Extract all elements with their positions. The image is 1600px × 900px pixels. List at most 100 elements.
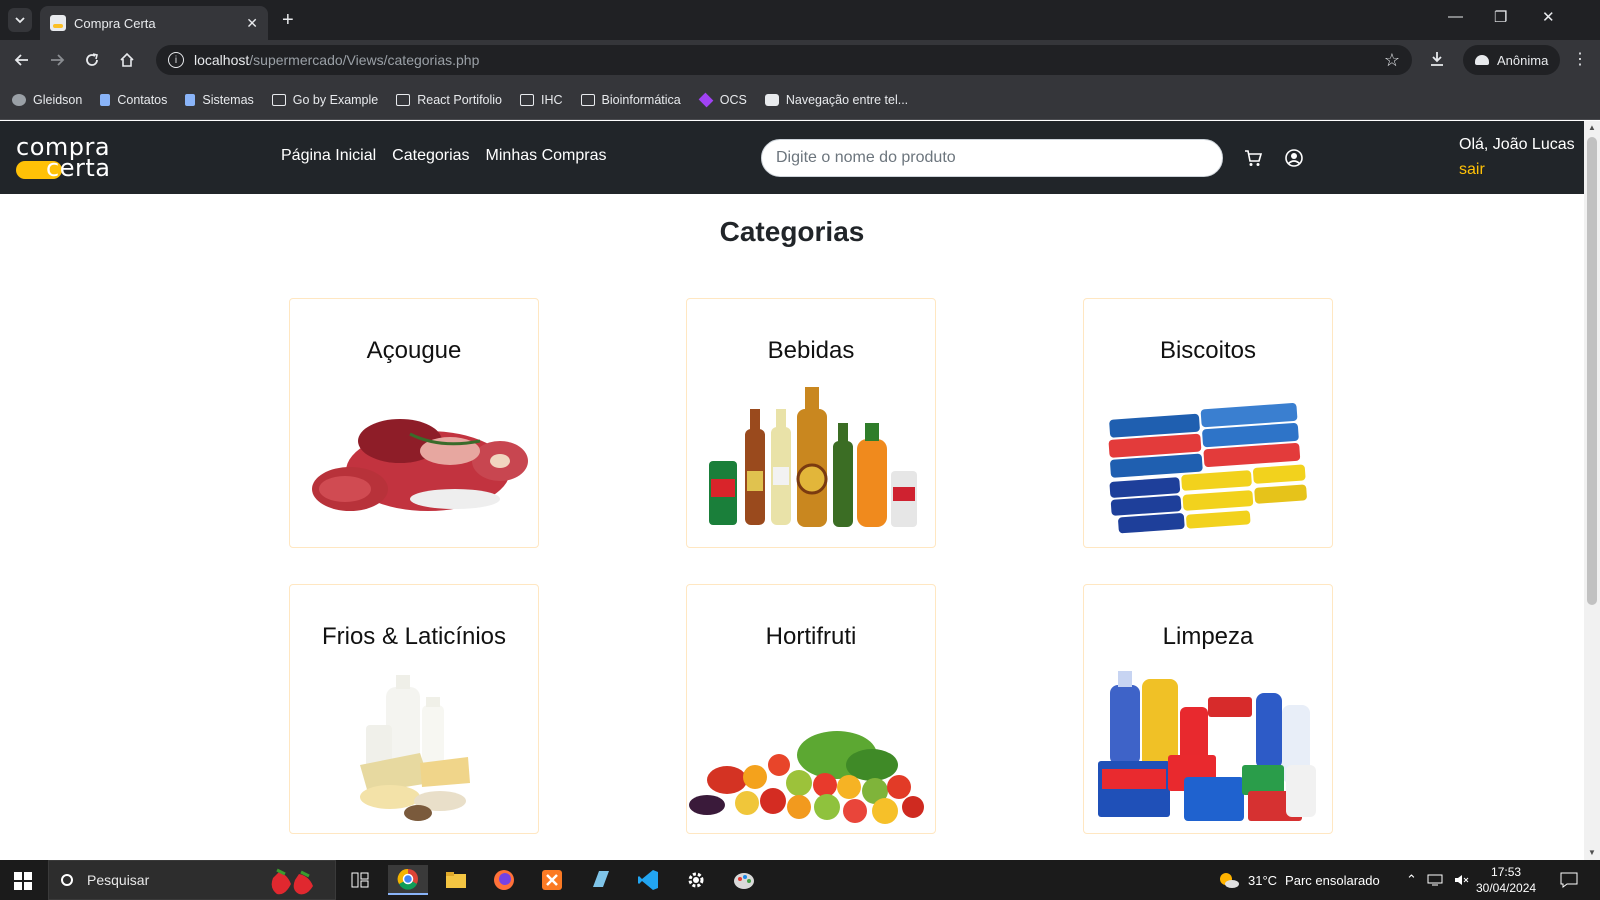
meat-image <box>312 419 528 511</box>
nav-link-categories[interactable]: Categorias <box>392 147 469 165</box>
bookmark-item[interactable]: React Portifolio <box>396 93 502 107</box>
forward-button[interactable] <box>47 50 67 70</box>
taskbar-chrome[interactable] <box>388 865 428 895</box>
bookmark-item[interactable]: OCS <box>698 92 747 107</box>
bookmark-item[interactable]: IHC <box>520 93 563 107</box>
windows-start-button[interactable] <box>14 872 32 890</box>
category-card-bebidas[interactable]: Bebidas <box>686 298 936 548</box>
taskbar-clock[interactable]: 17:53 30/04/2024 <box>1476 864 1536 896</box>
main-menu: Página Inicial Categorias Minhas Compras <box>281 147 606 165</box>
taskbar-notes-app[interactable] <box>580 865 620 895</box>
arrow-left-icon <box>14 54 28 66</box>
bookmark-star-icon[interactable]: ☆ <box>1384 50 1400 71</box>
clock-date: 30/04/2024 <box>1476 881 1537 895</box>
gear-icon <box>688 872 704 888</box>
bookmark-item[interactable]: Sistemas <box>185 93 254 107</box>
weather-sun-cloud-icon <box>1220 873 1239 888</box>
category-card-acougue[interactable]: Açougue <box>289 298 539 548</box>
arrow-right-icon <box>51 54 65 66</box>
scrollbar-thumb[interactable] <box>1587 137 1597 605</box>
bookmark-label: Contatos <box>117 92 168 107</box>
home-button[interactable] <box>117 50 137 70</box>
network-icon[interactable] <box>1427 873 1443 887</box>
new-tab-button[interactable]: + <box>282 10 294 30</box>
category-card-limpeza[interactable]: Limpeza <box>1083 584 1333 834</box>
category-card-hortifruti[interactable]: Hortifruti <box>686 584 936 834</box>
window-close-button[interactable]: ✕ <box>1542 8 1555 26</box>
url-host: localhost <box>194 52 250 68</box>
doc-icon <box>185 93 196 106</box>
vscode-icon <box>638 870 658 890</box>
bookmark-label: Bioinformática <box>601 92 681 107</box>
site-logo[interactable]: compra certa <box>16 133 124 182</box>
bookmark-item[interactable]: Bioinformática <box>580 92 681 107</box>
user-profile-button[interactable] <box>1284 148 1304 168</box>
downloads-button[interactable] <box>1428 50 1446 73</box>
globe-icon <box>12 93 26 106</box>
notifications-button[interactable] <box>1560 860 1578 900</box>
chevron-down-icon <box>15 17 25 24</box>
profile-label: Anônima <box>1497 52 1549 68</box>
nav-link-my-purchases[interactable]: Minhas Compras <box>486 147 607 165</box>
back-button[interactable] <box>12 50 32 70</box>
ocs-icon <box>698 92 714 107</box>
taskbar-firefox[interactable] <box>484 865 524 895</box>
browser-menu-button[interactable]: ⋮ <box>1572 49 1588 69</box>
tab-close-icon[interactable]: ✕ <box>246 15 258 32</box>
incognito-profile-button[interactable]: Anônima <box>1463 45 1561 75</box>
xampp-icon <box>542 870 562 890</box>
task-view-button[interactable] <box>340 865 380 895</box>
category-card-frios-laticinios[interactable]: Frios & Laticínios <box>289 584 539 834</box>
category-title: Hortifruti <box>765 623 857 650</box>
taskbar-xampp[interactable] <box>532 865 572 895</box>
show-hidden-icons-chevron-icon[interactable]: ⌃ <box>1406 872 1417 888</box>
address-bar[interactable]: i localhost/supermercado/Views/categoria… <box>156 45 1412 75</box>
site-favicon-icon <box>50 15 66 31</box>
tab-search-button[interactable] <box>8 8 32 32</box>
page-viewport: compra certa Página Inicial Categorias M… <box>0 121 1584 860</box>
doc-icon <box>100 93 111 106</box>
logout-link[interactable]: sair <box>1459 161 1485 179</box>
browser-tab-active[interactable]: Compra Certa ✕ <box>40 6 268 40</box>
url-text: localhost/supermercado/Views/categorias.… <box>194 52 479 68</box>
scroll-up-arrow-icon[interactable]: ▲ <box>1587 123 1597 133</box>
reload-button[interactable] <box>82 50 102 70</box>
search-icon <box>61 874 73 886</box>
notes-icon <box>593 871 609 887</box>
weather-temperature: 31°C <box>1248 872 1278 888</box>
bookmark-label: IHC <box>541 92 563 107</box>
window-minimize-button[interactable]: — <box>1448 8 1463 25</box>
chrome-icon <box>397 868 418 890</box>
task-view-icon <box>351 872 369 888</box>
reload-icon <box>86 53 98 66</box>
bookmark-item[interactable]: Gleidson <box>12 93 82 107</box>
taskbar-search-label: Pesquisar <box>87 872 150 888</box>
cart-button[interactable] <box>1243 148 1263 168</box>
taskbar-paint-app[interactable] <box>724 865 764 895</box>
dairy-image <box>360 675 470 821</box>
product-search-input[interactable] <box>761 139 1223 177</box>
taskbar-vscode[interactable] <box>628 865 668 895</box>
bookmark-item[interactable]: Navegação entre tel... <box>764 92 909 107</box>
weather-widget[interactable]: 31°C Parc ensolarado <box>1218 860 1380 900</box>
nav-link-home[interactable]: Página Inicial <box>281 147 376 165</box>
paint-palette-icon <box>734 873 754 889</box>
bookmark-label: Navegação entre tel... <box>785 92 909 107</box>
cookies-image <box>1108 403 1307 534</box>
window-restore-button[interactable]: ❐ <box>1494 8 1507 26</box>
bookmark-item[interactable]: Contatos <box>100 93 167 107</box>
volume-muted-icon[interactable] <box>1453 873 1469 887</box>
bookmark-label: React Portifolio <box>417 92 503 107</box>
page-scrollbar[interactable]: ▲ ▼ <box>1584 121 1600 860</box>
nav-icon <box>764 93 779 106</box>
category-card-biscoitos[interactable]: Biscoitos <box>1083 298 1333 548</box>
site-info-icon[interactable]: i <box>168 52 184 68</box>
bookmark-item[interactable]: Go by Example <box>271 93 378 107</box>
url-path: /supermercado/Views/categorias.php <box>249 52 480 68</box>
incognito-icon <box>1475 55 1489 65</box>
taskbar-settings[interactable] <box>676 865 716 895</box>
taskbar-file-explorer[interactable] <box>436 865 476 895</box>
taskbar-search-box[interactable]: Pesquisar <box>48 860 336 900</box>
scroll-down-arrow-icon[interactable]: ▼ <box>1587 848 1597 858</box>
home-icon <box>120 52 134 67</box>
